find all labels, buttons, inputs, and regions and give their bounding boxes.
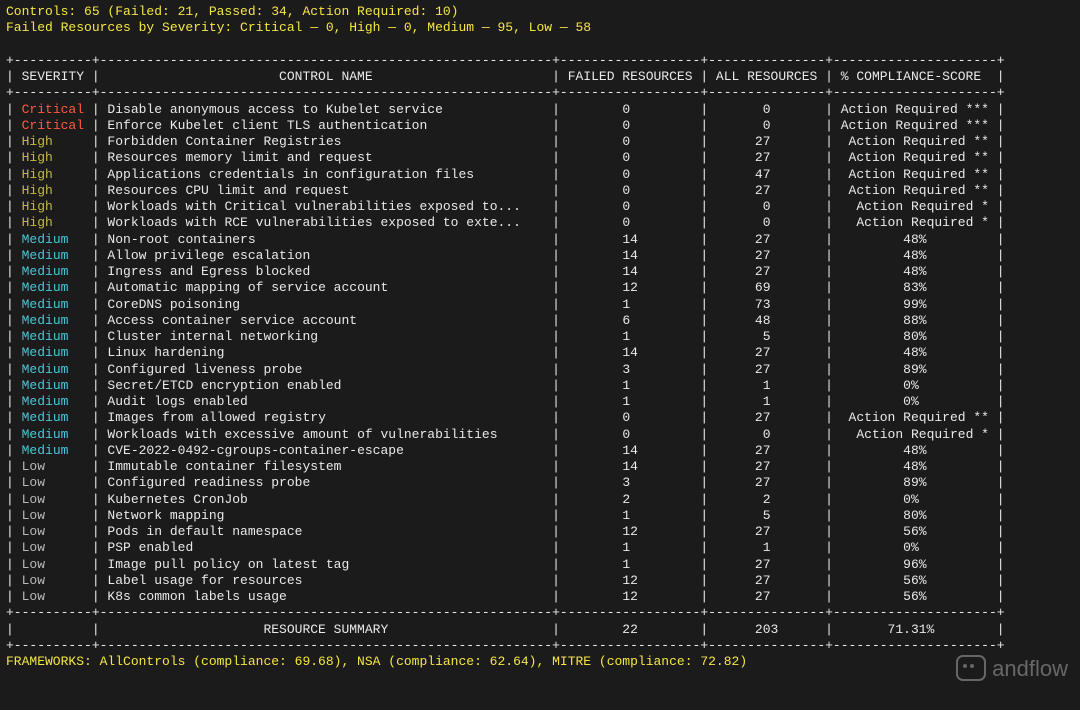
severity-cell: Medium	[14, 248, 92, 263]
table-row: | Medium | Access container service acco…	[6, 313, 1074, 329]
severity-cell: Medium	[14, 427, 92, 442]
header-controls-line: Controls: 65 (Failed: 21, Passed: 34, Ac…	[6, 4, 1074, 20]
table-row: | Medium | Configured liveness probe | 3…	[6, 362, 1074, 378]
severity-cell: Medium	[14, 362, 92, 377]
table-row: | Medium | Automatic mapping of service …	[6, 280, 1074, 296]
severity-cell: Medium	[14, 410, 92, 425]
table-row: | Low | Pods in default namespace | 12 |…	[6, 524, 1074, 540]
severity-cell: Medium	[14, 297, 92, 312]
severity-cell: Medium	[14, 378, 92, 393]
severity-cell: Low	[14, 475, 92, 490]
table-row: | Critical | Enforce Kubelet client TLS …	[6, 118, 1074, 134]
severity-cell: Medium	[14, 232, 92, 247]
table-row: | Medium | Non-root containers | 14 | 27…	[6, 232, 1074, 248]
severity-cell: High	[14, 215, 92, 230]
table-header: | SEVERITY | CONTROL NAME | FAILED RESOU…	[6, 69, 1074, 85]
severity-cell: Low	[14, 524, 92, 539]
table-row: | Low | Network mapping | 1 | 5 | 80% |	[6, 508, 1074, 524]
severity-cell: Low	[14, 492, 92, 507]
severity-cell: Low	[14, 459, 92, 474]
table-row: | Medium | Workloads with excessive amou…	[6, 427, 1074, 443]
table-row: | Medium | Secret/ETCD encryption enable…	[6, 378, 1074, 394]
severity-cell: Low	[14, 573, 92, 588]
table-row: | High | Resources memory limit and requ…	[6, 150, 1074, 166]
table-row: | High | Forbidden Container Registries …	[6, 134, 1074, 150]
table-row: | Medium | Linux hardening | 14 | 27 | 4…	[6, 345, 1074, 361]
table-row: | Medium | Cluster internal networking |…	[6, 329, 1074, 345]
table-row: | Medium | Allow privilege escalation | …	[6, 248, 1074, 264]
severity-cell: Medium	[14, 345, 92, 360]
severity-cell: Low	[14, 508, 92, 523]
table-row: | Low | K8s common labels usage | 12 | 2…	[6, 589, 1074, 605]
table-row: | High | Workloads with RCE vulnerabilit…	[6, 215, 1074, 231]
severity-cell: Low	[14, 557, 92, 572]
table-row: | High | Workloads with Critical vulnera…	[6, 199, 1074, 215]
frameworks-line: FRAMEWORKS: AllControls (compliance: 69.…	[6, 654, 1074, 670]
table-row: | Low | Label usage for resources | 12 |…	[6, 573, 1074, 589]
table-row: | Medium | CoreDNS poisoning | 1 | 73 | …	[6, 297, 1074, 313]
severity-cell: Medium	[14, 394, 92, 409]
table-row: | Low | PSP enabled | 1 | 1 | 0% |	[6, 540, 1074, 556]
table-row: | High | Applications credentials in con…	[6, 167, 1074, 183]
table-border: +----------+----------------------------…	[6, 85, 1074, 101]
severity-cell: Medium	[14, 280, 92, 295]
table-border: +----------+----------------------------…	[6, 605, 1074, 621]
table-row: | Low | Immutable container filesystem |…	[6, 459, 1074, 475]
severity-cell: Medium	[14, 264, 92, 279]
table-row: | Low | Configured readiness probe | 3 |…	[6, 475, 1074, 491]
table-row: | Low | Image pull policy on latest tag …	[6, 557, 1074, 573]
table-row: | Medium | Ingress and Egress blocked | …	[6, 264, 1074, 280]
table-row: | High | Resources CPU limit and request…	[6, 183, 1074, 199]
severity-cell: High	[14, 199, 92, 214]
table-row: | Medium | Images from allowed registry …	[6, 410, 1074, 426]
table-row: | Medium | CVE-2022-0492-cgroups-contain…	[6, 443, 1074, 459]
table-row: | Low | Kubernetes CronJob | 2 | 2 | 0% …	[6, 492, 1074, 508]
table-border: +----------+----------------------------…	[6, 53, 1074, 69]
severity-cell: Medium	[14, 329, 92, 344]
severity-cell: Medium	[14, 313, 92, 328]
table-border: +----------+----------------------------…	[6, 638, 1074, 654]
table-row: | Medium | Audit logs enabled | 1 | 1 | …	[6, 394, 1074, 410]
severity-cell: High	[14, 167, 92, 182]
severity-cell: Low	[14, 589, 92, 604]
header-severity-line: Failed Resources by Severity: Critical —…	[6, 20, 1074, 36]
severity-cell: High	[14, 183, 92, 198]
table-row: | Critical | Disable anonymous access to…	[6, 102, 1074, 118]
severity-cell: Low	[14, 540, 92, 555]
severity-cell: Critical	[14, 102, 92, 117]
severity-cell: High	[14, 134, 92, 149]
summary-row: | | RESOURCE SUMMARY | 22 | 203 | 71.31%…	[6, 622, 1074, 638]
severity-cell: High	[14, 150, 92, 165]
severity-cell: Critical	[14, 118, 92, 133]
severity-cell: Medium	[14, 443, 92, 458]
